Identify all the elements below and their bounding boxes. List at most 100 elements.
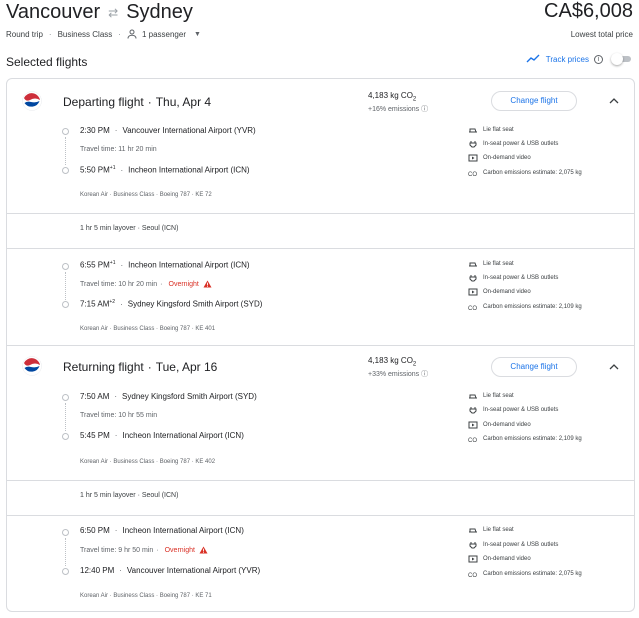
amenity-video: On-demand video — [468, 288, 531, 296]
track-prices-toggle[interactable] — [611, 53, 631, 65]
amenity-video: On-demand video — [468, 421, 531, 429]
trip-options: Round trip · Business Class · 1 passenge… — [6, 29, 201, 39]
info-icon[interactable]: i — [594, 54, 603, 64]
warning-icon — [199, 546, 208, 554]
video-icon — [468, 288, 478, 296]
departing-co2: 4,183 kg CO2 — [368, 91, 417, 103]
seat-icon — [469, 128, 477, 133]
amenity-co2: CO Carbon emissions estimate: 2,109 kg — [468, 436, 582, 443]
trend-icon — [526, 54, 540, 63]
leg-departure: 2:30 PM · Vancouver International Airport … — [80, 126, 256, 135]
amenity-seat: Lie flat seat — [468, 526, 514, 534]
co2-icon: CO — [468, 438, 477, 443]
returning-flight-card: Returning flight · Tue, Apr 16 4,183 kg CO… — [6, 346, 635, 612]
korean-air-logo — [22, 91, 42, 111]
flight-details: Korean Air · Business Class · Boeing 787… — [80, 192, 212, 198]
info-icon[interactable]: ⓘ — [421, 371, 428, 378]
flight-details: Korean Air · Business Class · Boeing 787… — [80, 593, 212, 599]
track-prices: Track prices i — [526, 53, 631, 65]
korean-air-logo — [22, 356, 42, 376]
arrival-dot — [62, 568, 69, 575]
power-icon — [469, 275, 477, 282]
origin-city: Vancouver — [6, 0, 101, 23]
departing-emissions: +16% emissions ⓘ — [368, 106, 429, 113]
returning-title: Returning flight · Tue, Apr 16 — [63, 360, 218, 374]
selected-flights-heading: Selected flights — [6, 55, 88, 69]
svg-text:CO: CO — [468, 172, 477, 177]
svg-text:CO: CO — [468, 573, 477, 578]
arrival-dot — [62, 433, 69, 440]
leg-departure: 7:50 AM · Sydney Kingsford Smith Airport (… — [80, 392, 257, 401]
flight-details: Korean Air · Business Class · Boeing 787… — [80, 326, 216, 332]
amenity-co2: CO Carbon emissions estimate: 2,075 kg — [468, 571, 582, 578]
returning-emissions: +33% emissions ⓘ — [368, 371, 429, 378]
layover-info: 1 hr 5 min layover · Seoul (ICN) — [80, 225, 179, 232]
departing-flight-card: Departing flight · Thu, Apr 4 4,183 kg CO2… — [6, 78, 635, 346]
leg-arrival: 5:45 PM · Incheon International Airport (I… — [80, 431, 244, 440]
video-icon — [468, 154, 478, 162]
change-departing-button[interactable]: Change flight — [491, 91, 577, 111]
amenity-power: In-seat power & USB outlets — [468, 274, 558, 282]
seat-icon — [469, 528, 477, 533]
departure-dot — [62, 263, 69, 270]
destination-city: Sydney — [126, 0, 193, 23]
route-title: Vancouver ⇄ Sydney — [6, 0, 193, 24]
leg-arrival: 12:40 PM · Vancouver International Airport… — [80, 566, 261, 575]
track-prices-label[interactable]: Track prices — [546, 55, 589, 64]
cabin-class[interactable]: Business Class — [58, 30, 113, 39]
departure-dot — [62, 529, 69, 536]
overnight-label: Overnight — [168, 280, 199, 288]
seat-icon — [469, 394, 477, 399]
leg-departure: 6:50 PM · Incheon International Airport (I… — [80, 526, 244, 535]
amenity-seat: Lie flat seat — [468, 392, 514, 400]
power-icon — [469, 542, 477, 549]
svg-text:CO: CO — [468, 438, 477, 443]
leg-arrival: 7:15 AM+2 · Sydney Kingsford Smith Airport… — [80, 299, 263, 309]
travel-time: Travel time: 9 hr 50 min · Overnight — [80, 546, 208, 554]
price-label: Lowest total price — [570, 30, 633, 39]
total-price: CA$6,008 — [544, 0, 633, 22]
amenity-power: In-seat power & USB outlets — [468, 406, 558, 414]
travel-time: Travel time: 11 hr 20 min — [80, 146, 157, 153]
chevron-down-icon[interactable]: ▼ — [194, 31, 201, 38]
layover-info: 1 hr 5 min layover · Seoul (ICN) — [80, 492, 179, 499]
trip-type[interactable]: Round trip — [6, 30, 43, 39]
departure-dot — [62, 394, 69, 401]
passenger-count[interactable]: 1 passenger — [142, 30, 186, 39]
person-icon — [127, 29, 137, 39]
amenity-video: On-demand video — [468, 555, 531, 563]
change-returning-button[interactable]: Change flight — [491, 357, 577, 377]
returning-co2: 4,183 kg CO2 — [368, 356, 417, 368]
amenity-co2: CO Carbon emissions estimate: 2,109 kg — [468, 304, 582, 311]
departure-dot — [62, 128, 69, 135]
power-icon — [469, 141, 477, 148]
co2-icon: CO — [468, 573, 477, 578]
co2-icon: CO — [468, 172, 477, 177]
flight-details: Korean Air · Business Class · Boeing 787… — [80, 459, 216, 465]
amenity-seat: Lie flat seat — [468, 126, 514, 134]
swap-arrows-icon: ⇄ — [108, 6, 119, 20]
amenity-video: On-demand video — [468, 154, 531, 162]
amenity-co2: CO Carbon emissions estimate: 2,075 kg — [468, 170, 582, 177]
leg-departure: 6:55 PM+1 · Incheon International Airport … — [80, 260, 250, 270]
overnight-label: Overnight — [164, 546, 195, 554]
seat-icon — [469, 262, 477, 267]
power-icon — [469, 407, 477, 414]
travel-time: Travel time: 10 hr 20 min · Overnight — [80, 280, 212, 288]
svg-text:CO: CO — [468, 306, 477, 311]
chevron-up-icon[interactable] — [609, 97, 619, 105]
video-icon — [468, 421, 478, 429]
amenity-seat: Lie flat seat — [468, 260, 514, 268]
arrival-dot — [62, 301, 69, 308]
amenity-power: In-seat power & USB outlets — [468, 140, 558, 148]
leg-arrival: 5:50 PM+1 · Incheon International Airport … — [80, 165, 250, 175]
amenity-power: In-seat power & USB outlets — [468, 541, 558, 549]
co2-icon: CO — [468, 306, 477, 311]
video-icon — [468, 555, 478, 563]
travel-time: Travel time: 10 hr 55 min — [80, 412, 158, 419]
departing-title: Departing flight · Thu, Apr 4 — [63, 95, 212, 109]
info-icon[interactable]: ⓘ — [421, 106, 428, 113]
chevron-up-icon[interactable] — [609, 363, 619, 371]
arrival-dot — [62, 167, 69, 174]
warning-icon — [203, 280, 212, 288]
